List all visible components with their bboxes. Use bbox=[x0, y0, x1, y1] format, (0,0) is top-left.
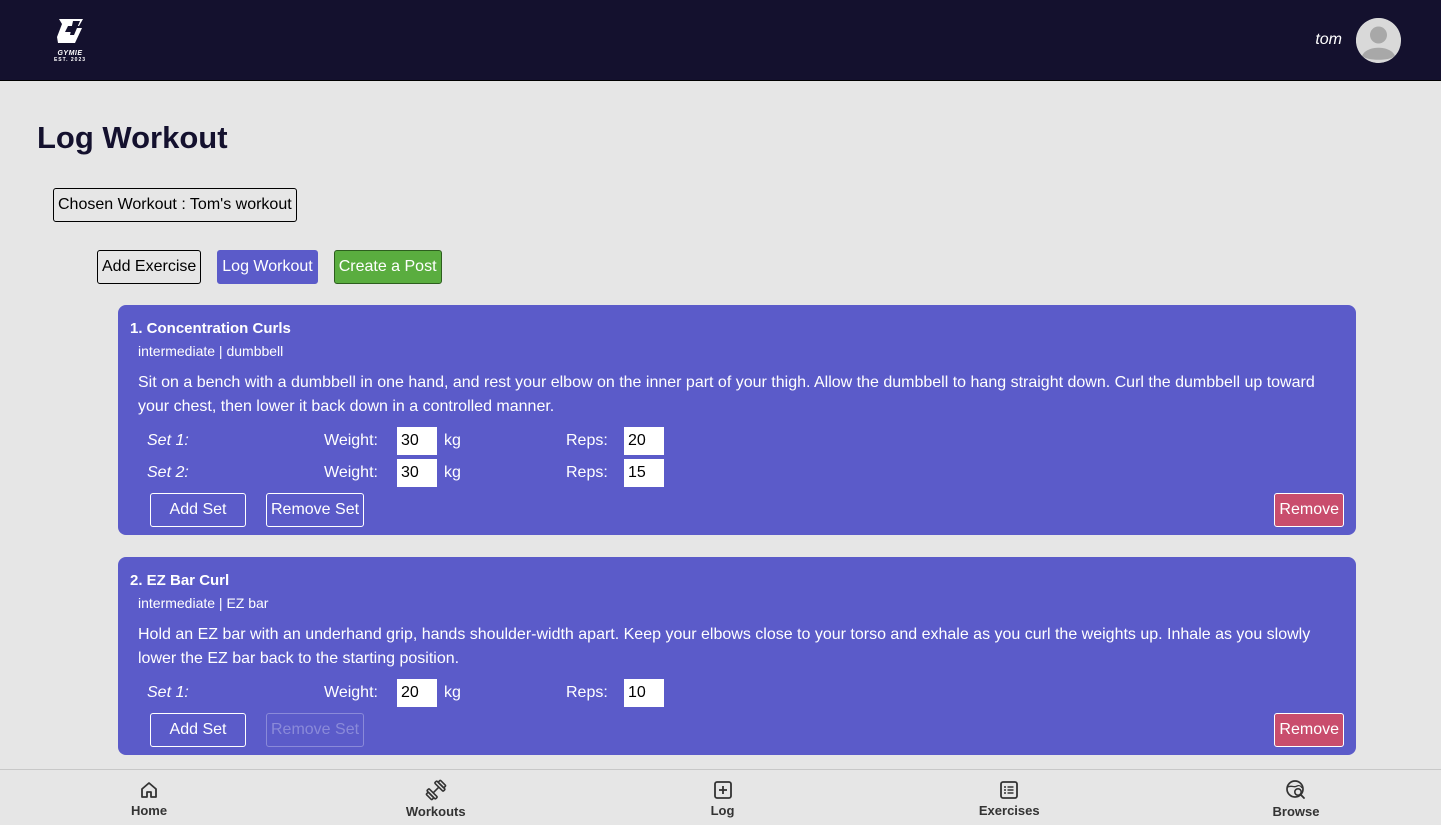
nav-label: Browse bbox=[1272, 803, 1320, 819]
weight-input[interactable] bbox=[397, 459, 437, 487]
chosen-workout-button[interactable]: Chosen Workout : Tom's workout bbox=[53, 188, 297, 222]
nav-label: Workouts bbox=[405, 803, 466, 819]
weight-label: Weight: bbox=[324, 432, 378, 449]
exercise-card: 1. Concentration Curls intermediate | du… bbox=[118, 305, 1356, 535]
remove-set-button[interactable]: Remove Set bbox=[266, 493, 365, 527]
create-post-button[interactable]: Create a Post bbox=[333, 250, 442, 284]
remove-set-button[interactable]: Remove Set bbox=[266, 713, 365, 747]
logo-est: EST. 2023 bbox=[53, 57, 87, 63]
action-buttons: Add Exercise Log Workout Create a Post bbox=[97, 250, 442, 284]
bottom-nav: Home Workouts Log Exercises Browse bbox=[0, 769, 1441, 825]
exercise-description: Hold an EZ bar with an underhand grip, h… bbox=[138, 626, 1311, 667]
exercise-title: 1. Concentration Curls bbox=[130, 320, 291, 337]
list-icon bbox=[1000, 780, 1019, 799]
add-exercise-button[interactable]: Add Exercise bbox=[97, 250, 202, 284]
reps-input[interactable] bbox=[624, 679, 664, 707]
user-avatar-icon bbox=[1356, 17, 1401, 63]
page-title: Log Workout bbox=[37, 120, 228, 155]
exercise-meta: intermediate | EZ bar bbox=[138, 595, 269, 611]
top-navbar: GYMIE EST. 2023 tom bbox=[0, 0, 1441, 81]
remove-exercise-button[interactable]: Remove bbox=[1274, 713, 1344, 747]
nav-label: Exercises bbox=[978, 802, 1040, 818]
user-menu[interactable]: tom bbox=[1315, 17, 1401, 63]
avatar[interactable] bbox=[1356, 17, 1401, 63]
exercise-description: Sit on a bench with a dumbbell in one ha… bbox=[138, 374, 1315, 415]
set-row: Set 2: Weight: kg Reps: bbox=[147, 457, 1344, 489]
nav-item-workouts[interactable]: Workouts bbox=[405, 770, 467, 825]
logo-name: GYMIE bbox=[57, 50, 83, 57]
set-label: Set 1: bbox=[147, 684, 189, 701]
exercise-title: 2. EZ Bar Curl bbox=[130, 572, 230, 589]
weight-unit: kg bbox=[444, 684, 461, 701]
gymie-logo[interactable]: GYMIE EST. 2023 bbox=[46, 17, 94, 63]
set-row: Set 1: Weight: kg Reps: bbox=[147, 425, 1344, 457]
set-row: Set 1: Weight: kg Reps: bbox=[147, 677, 1344, 709]
nav-label: Log bbox=[710, 802, 735, 818]
nav-item-exercises[interactable]: Exercises bbox=[978, 770, 1040, 825]
add-set-button[interactable]: Add Set bbox=[150, 713, 246, 747]
nav-label: Home bbox=[130, 802, 168, 818]
card-footer: Add Set Remove Set Remove bbox=[150, 713, 1344, 747]
set-label: Set 1: bbox=[147, 432, 189, 449]
exercise-meta: intermediate | dumbbell bbox=[138, 343, 284, 359]
set-label: Set 2: bbox=[147, 464, 189, 481]
reps-input[interactable] bbox=[624, 459, 664, 487]
gymie-logo-icon bbox=[57, 19, 83, 43]
nav-item-log[interactable]: Log bbox=[692, 770, 754, 825]
remove-exercise-button[interactable]: Remove bbox=[1274, 493, 1344, 527]
card-footer: Add Set Remove Set Remove bbox=[150, 493, 1344, 527]
weight-unit: kg bbox=[444, 464, 461, 481]
reps-label: Reps: bbox=[566, 432, 608, 449]
nav-item-home[interactable]: Home bbox=[118, 770, 180, 825]
reps-label: Reps: bbox=[566, 464, 608, 481]
weight-unit: kg bbox=[444, 432, 461, 449]
reps-label: Reps: bbox=[566, 684, 608, 701]
username: tom bbox=[1315, 31, 1342, 48]
home-icon bbox=[141, 781, 157, 798]
search-globe-icon bbox=[1286, 779, 1305, 799]
weight-input[interactable] bbox=[397, 679, 437, 707]
exercise-card: 2. EZ Bar Curl intermediate | EZ bar Hol… bbox=[118, 557, 1356, 755]
reps-input[interactable] bbox=[624, 427, 664, 455]
log-workout-button[interactable]: Log Workout bbox=[217, 250, 318, 284]
weight-label: Weight: bbox=[324, 464, 378, 481]
plus-square-icon bbox=[713, 780, 732, 799]
nav-item-browse[interactable]: Browse bbox=[1265, 770, 1327, 825]
weight-input[interactable] bbox=[397, 427, 437, 455]
weight-label: Weight: bbox=[324, 684, 378, 701]
add-set-button[interactable]: Add Set bbox=[150, 493, 246, 527]
dumbbell-icon bbox=[425, 779, 447, 800]
